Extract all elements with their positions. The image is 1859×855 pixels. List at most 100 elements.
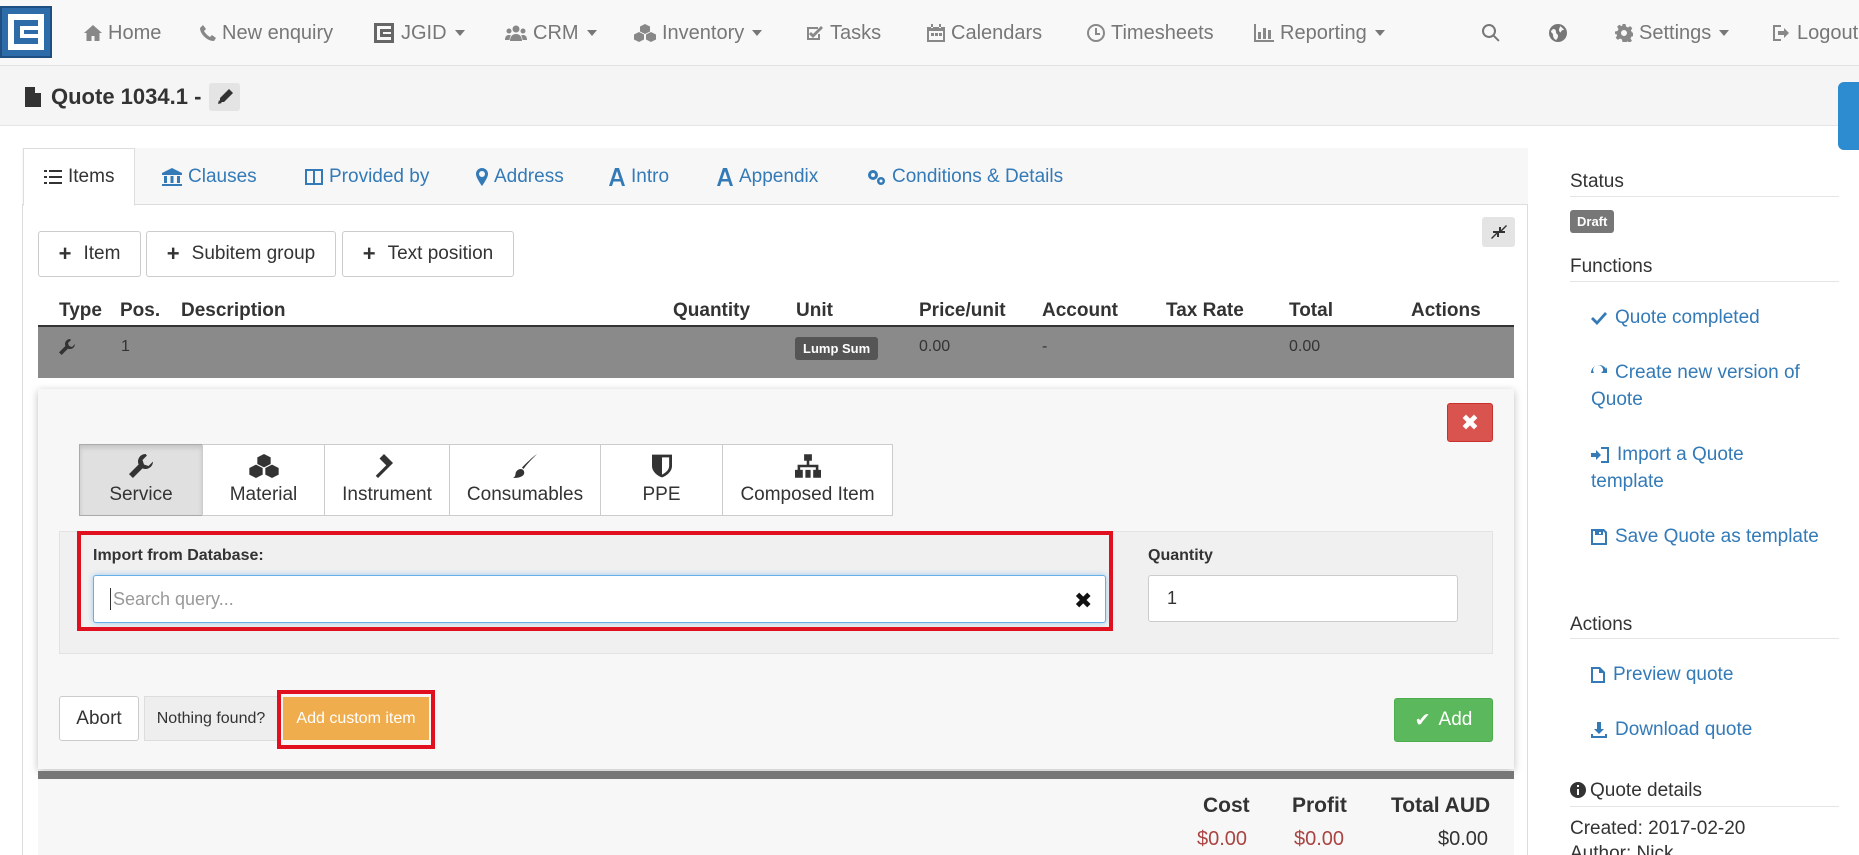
create-new-version-link[interactable]: Create new version of Quote <box>1591 359 1821 413</box>
help-side-tab[interactable] <box>1838 82 1859 150</box>
type-tab-consumables[interactable]: Consumables <box>449 444 601 516</box>
col-quantity: Quantity <box>673 300 751 321</box>
nav-inventory[interactable]: Inventory <box>634 0 763 66</box>
nav-crm[interactable]: CRM <box>505 0 597 66</box>
nothing-found-label: Nothing found? <box>144 696 278 741</box>
cost-value: $0.00 <box>1197 828 1248 850</box>
calendar-icon <box>927 24 945 42</box>
file-pdf-icon <box>1591 667 1605 683</box>
nav-new-enquiry[interactable]: New enquiry <box>200 0 333 66</box>
col-actions: Actions <box>1411 300 1481 321</box>
divider <box>1570 196 1839 197</box>
import-label: Import from Database: <box>93 547 264 564</box>
total-label: Total AUD <box>1391 794 1491 817</box>
sitemap-icon <box>794 454 821 478</box>
chevron-down-icon <box>1719 30 1730 36</box>
download-icon <box>1591 722 1607 738</box>
search-input[interactable]: Search query... <box>93 575 1106 623</box>
plus-icon: + <box>362 241 376 266</box>
status-heading: Status <box>1570 171 1624 192</box>
nav-logout[interactable]: Logout <box>1773 0 1858 66</box>
tab-address[interactable]: Address <box>476 148 564 205</box>
tab-appendix[interactable]: Appendix <box>717 148 818 205</box>
save-template-link[interactable]: Save Quote as template <box>1591 523 1821 550</box>
col-type: Type <box>59 300 102 321</box>
type-tab-composed-item[interactable]: Composed Item <box>722 444 893 516</box>
quote-details-heading: Quote details <box>1570 780 1702 802</box>
add-button[interactable]: ✔ Add <box>1394 698 1493 742</box>
quote-completed-link[interactable]: Quote completed <box>1591 304 1821 331</box>
add-subitem-group-button[interactable]: + Subitem group <box>146 231 336 277</box>
gavel-icon <box>375 454 393 478</box>
add-text-position-button[interactable]: + Text position <box>342 231 514 277</box>
tab-intro[interactable]: Intro <box>609 148 669 205</box>
close-icon: ✖ <box>1460 409 1480 435</box>
type-tab-service[interactable]: Service <box>79 444 203 516</box>
quantity-input[interactable]: 1 <box>1148 575 1458 622</box>
nav-home[interactable]: Home <box>84 0 161 66</box>
type-tab-material[interactable]: Material <box>202 444 325 516</box>
col-price-unit: Price/unit <box>919 300 1006 321</box>
bar-chart-icon <box>1254 24 1274 42</box>
clock-icon <box>1087 24 1105 42</box>
edit-title-button[interactable] <box>209 83 240 111</box>
nav-timesheets[interactable]: Timesheets <box>1087 0 1214 66</box>
add-item-button[interactable]: + Item <box>38 231 141 277</box>
close-editor-button[interactable]: ✖ <box>1447 403 1493 442</box>
functions-heading: Functions <box>1570 256 1653 277</box>
text-cursor <box>110 588 111 610</box>
row-total: 0.00 <box>1289 338 1321 355</box>
page-title: Quote 1034.1 - <box>25 84 201 110</box>
total-value: $0.00 <box>1438 828 1489 850</box>
globe-icon <box>1549 24 1567 42</box>
download-quote-link[interactable]: Download quote <box>1591 716 1821 743</box>
col-description: Description <box>181 300 286 321</box>
bank-icon <box>162 167 182 186</box>
tab-clauses[interactable]: Clauses <box>162 148 257 205</box>
tab-provided-by[interactable]: Provided by <box>305 148 429 205</box>
divider <box>1570 806 1839 807</box>
quantity-label: Quantity <box>1148 547 1213 564</box>
clear-search-icon[interactable]: ✖ <box>1074 588 1092 614</box>
abort-button[interactable]: Abort <box>59 696 139 741</box>
chevron-down-icon <box>1374 30 1385 36</box>
map-marker-icon <box>476 167 488 186</box>
window-icon <box>305 168 323 185</box>
nav-reporting[interactable]: Reporting <box>1254 0 1385 66</box>
check-icon <box>1591 312 1607 325</box>
floppy-icon <box>1591 529 1607 545</box>
nav-tasks[interactable]: Tasks <box>806 0 881 66</box>
type-tab-instrument[interactable]: Instrument <box>324 444 450 516</box>
nav-calendars[interactable]: Calendars <box>927 0 1042 66</box>
nav-language[interactable] <box>1549 0 1573 66</box>
search-icon <box>1482 24 1500 42</box>
wrench-icon <box>129 454 153 478</box>
top-navbar: Home New enquiry JGID CRM Inventory Task… <box>0 0 1859 66</box>
status-badge: Draft <box>1570 210 1615 233</box>
check-square-icon <box>807 26 823 40</box>
type-tab-ppe[interactable]: PPE <box>600 444 723 516</box>
tab-items[interactable]: Items <box>23 148 136 206</box>
jgid-logo-icon <box>374 23 394 43</box>
sign-in-icon <box>1591 447 1609 463</box>
nav-search[interactable] <box>1482 0 1506 66</box>
tab-conditions-details[interactable]: Conditions & Details <box>866 148 1063 205</box>
divider <box>1570 638 1839 639</box>
actions-heading: Actions <box>1570 614 1633 635</box>
font-icon <box>717 167 733 186</box>
app-logo[interactable] <box>0 6 52 58</box>
import-template-link[interactable]: Import a Quote template <box>1591 441 1821 495</box>
preview-quote-link[interactable]: Preview quote <box>1591 661 1821 688</box>
compress-button[interactable] <box>1482 217 1515 247</box>
editor-bottom-bar <box>38 771 1514 779</box>
info-circle-icon <box>1570 782 1586 798</box>
plus-icon: + <box>58 241 72 266</box>
plus-icon: + <box>166 241 180 266</box>
col-pos: Pos. <box>120 300 161 321</box>
nav-settings[interactable]: Settings <box>1615 0 1730 66</box>
created-date: Created: 2017-02-20 <box>1570 818 1746 839</box>
add-custom-item-button[interactable]: Add custom item <box>283 697 429 740</box>
sign-out-icon <box>1773 25 1789 41</box>
nav-jgid[interactable]: JGID <box>373 0 465 66</box>
list-icon <box>44 170 62 184</box>
